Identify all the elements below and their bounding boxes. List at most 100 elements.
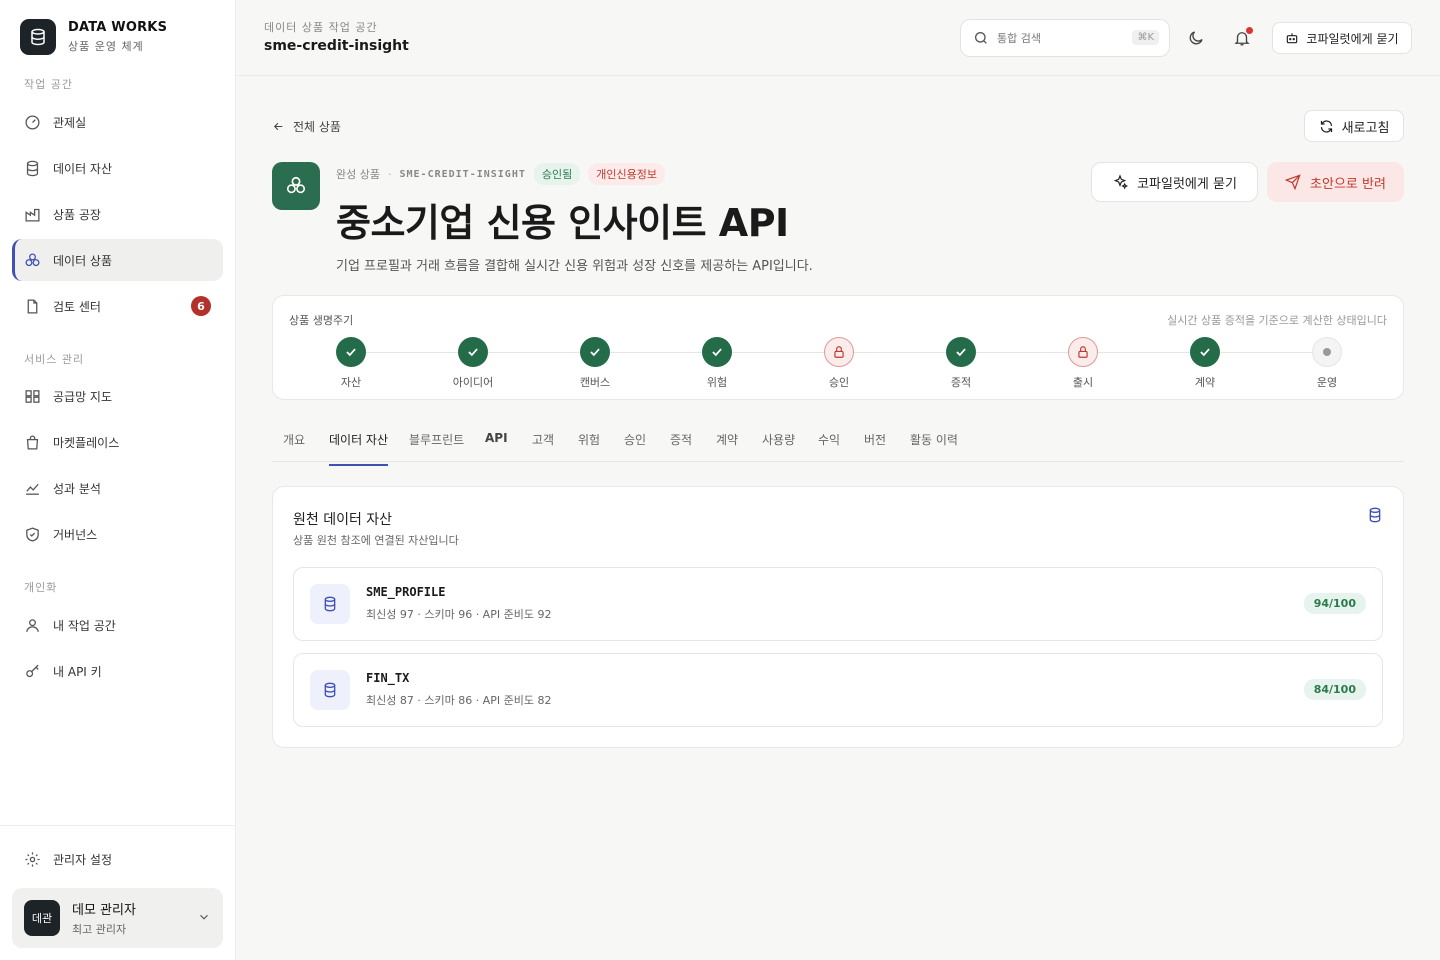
sidebar-item-label: 성과 분석 — [53, 481, 101, 496]
refresh-button-label: 새로고침 — [1341, 120, 1390, 136]
section-label-service: 서비스 관리 — [24, 353, 85, 366]
product-tabs: 개요 데이터 자산 블루프린트 API 고객 위험 승인 증적 계약 사용량 수익 버전 활동 이력 — [272, 421, 1404, 466]
product-description: 기업 프로필과 거래 흐름을 결합해 실시간 신용 위험과 성장 신호를 제공하… — [336, 259, 813, 274]
network-icon — [25, 389, 40, 403]
asset-score-badge: 84/100 — [1303, 679, 1366, 700]
tab-item[interactable]: 계약 — [716, 431, 738, 464]
lifecycle-step[interactable]: 위험 — [677, 337, 757, 390]
copilot-button-label: 코파일럿에게 묻기 — [1306, 31, 1399, 46]
tab-item[interactable]: 사용량 — [762, 431, 795, 464]
cubes-icon — [25, 252, 40, 266]
gear-icon — [25, 851, 40, 867]
sidebar-item-admin-settings[interactable]: 관리자 설정 — [12, 838, 223, 880]
product-status-text: 완성 상품 — [336, 168, 380, 181]
copilot-button[interactable]: 코파일럿에게 묻기 — [1272, 22, 1412, 54]
search-input[interactable]: 통합 검색 ⌘K — [960, 19, 1170, 57]
sidebar-item-supply-map[interactable]: 공급망 지도 — [12, 375, 223, 417]
lifecycle-step[interactable]: 자산 — [311, 337, 391, 390]
meta-separator: · — [387, 167, 392, 181]
sidebar-item-product-factory[interactable]: 상품 공장 — [12, 193, 223, 235]
sidebar: DATA WORKS 상품 운영 체계 작업 공간 관제실 데이터 자산 상품 … — [0, 0, 236, 960]
arrow-left-icon — [273, 122, 283, 131]
tab-item[interactable]: 수익 — [818, 431, 840, 464]
notifications-button[interactable] — [1230, 26, 1254, 50]
sidebar-item-data-assets[interactable]: 데이터 자산 — [12, 147, 223, 189]
sidebar-item-label: 검토 센터 — [53, 299, 101, 314]
sidebar-item-my-api-key[interactable]: 내 API 키 — [12, 650, 223, 692]
lifecycle-step[interactable]: 운영 — [1287, 337, 1367, 390]
robot-icon — [1287, 33, 1298, 44]
brand-subtitle: 상품 운영 체계 — [68, 40, 144, 53]
check-icon — [702, 337, 732, 367]
sidebar-item-label: 관리자 설정 — [53, 852, 113, 867]
lock-icon — [1068, 337, 1098, 367]
lifecycle-step-label: 계약 — [1194, 376, 1216, 389]
source-assets-card: 원천 데이터 자산 상품 원천 참조에 연결된 자산입니다 SME_PROFIL… — [272, 486, 1404, 748]
ask-copilot-button[interactable]: 코파일럿에게 묻기 — [1091, 162, 1258, 202]
return-to-draft-label: 초안으로 반려 — [1310, 176, 1386, 192]
brand-title: DATA WORKS — [68, 20, 168, 35]
search-icon — [975, 32, 987, 44]
lifecycle-step[interactable]: 출시 — [1043, 337, 1123, 390]
lifecycle-step[interactable]: 캔버스 — [555, 337, 635, 390]
store-icon — [26, 435, 39, 450]
back-link-label: 전체 상품 — [293, 120, 341, 134]
lifecycle-step[interactable]: 계약 — [1165, 337, 1245, 390]
review-count-badge: 6 — [191, 296, 211, 316]
product-code: SME-CREDIT-INSIGHT — [399, 168, 526, 180]
brand[interactable]: DATA WORKS 상품 운영 체계 — [20, 19, 167, 55]
tab-item[interactable]: 데이터 자산 — [329, 431, 389, 466]
cubes-icon — [286, 176, 306, 194]
return-to-draft-button[interactable]: 초안으로 반려 — [1267, 162, 1404, 202]
database-logo-icon — [20, 19, 56, 55]
lifecycle-note: 실시간 상품 증적을 기준으로 계산한 상태입니다 — [1167, 314, 1387, 327]
file-check-icon — [27, 298, 38, 314]
list-item[interactable]: FIN_TX 최신성 87 · 스키마 86 · API 준비도 82 84/1… — [293, 653, 1383, 727]
database-icon — [310, 584, 350, 624]
sidebar-item-governance[interactable]: 거버넌스 — [12, 513, 223, 555]
sidebar-item-label: 데이터 상품 — [53, 253, 113, 268]
product-meta: 완성 상품 · SME-CREDIT-INSIGHT 승인됨 개인신용정보 — [336, 163, 665, 185]
sidebar-item-marketplace[interactable]: 마켓플레이스 — [12, 421, 223, 463]
tab-item[interactable]: 버전 — [864, 431, 886, 464]
sparkle-icon — [1113, 174, 1129, 190]
sidebar-item-performance[interactable]: 성과 분석 — [12, 467, 223, 509]
list-item[interactable]: SME_PROFILE 최신성 97 · 스키마 96 · API 준비도 92… — [293, 567, 1383, 641]
status-badge-approved: 승인됨 — [533, 163, 581, 185]
tab-item[interactable]: 고객 — [532, 431, 554, 464]
tab-item[interactable]: 개요 — [283, 431, 305, 464]
ask-copilot-label: 코파일럿에게 묻기 — [1137, 176, 1237, 192]
sidebar-divider — [0, 825, 235, 826]
tab-item[interactable]: API — [485, 431, 508, 461]
sidebar-item-data-products[interactable]: 데이터 상품 — [12, 239, 223, 281]
asset-name: FIN_TX — [366, 671, 410, 685]
database-icon — [310, 670, 350, 710]
tab-item[interactable]: 증적 — [670, 431, 692, 464]
theme-toggle-button[interactable] — [1184, 26, 1208, 50]
lifecycle-step[interactable]: 승인 — [799, 337, 879, 390]
sidebar-item-review-center[interactable]: 검토 센터 6 — [12, 285, 223, 327]
tab-item[interactable]: 승인 — [624, 431, 646, 464]
factory-icon — [25, 208, 40, 222]
lifecycle-step[interactable]: 증적 — [921, 337, 1001, 390]
back-to-products-link[interactable]: 전체 상품 — [272, 118, 341, 135]
database-icon — [26, 160, 39, 176]
user-role: 최고 관리자 — [72, 923, 127, 936]
refresh-button[interactable]: 새로고침 — [1304, 110, 1404, 142]
lifecycle-step[interactable]: 아이디어 — [433, 337, 513, 390]
top-bar: 데이터 상품 작업 공간 sme-credit-insight 통합 검색 ⌘K… — [236, 0, 1440, 76]
asset-meta: 최신성 87 · 스키마 86 · API 준비도 82 — [366, 694, 552, 707]
sidebar-item-label: 공급망 지도 — [53, 389, 113, 404]
user-menu[interactable]: 데관 데모 관리자 최고 관리자 — [12, 888, 223, 948]
send-icon — [1285, 174, 1301, 190]
product-icon — [272, 162, 320, 210]
asset-meta: 최신성 97 · 스키마 96 · API 준비도 92 — [366, 608, 552, 621]
tab-item[interactable]: 활동 이력 — [910, 431, 958, 464]
key-icon — [26, 664, 39, 677]
sidebar-item-control-room[interactable]: 관제실 — [12, 101, 223, 143]
sidebar-item-my-workspace[interactable]: 내 작업 공간 — [12, 604, 223, 646]
tab-item[interactable]: 위험 — [578, 431, 600, 464]
tab-item[interactable]: 블루프린트 — [409, 431, 464, 464]
product-title: 중소기업 신용 인사이트 API — [336, 201, 789, 245]
product-lifecycle: 상품 생명주기 실시간 상품 증적을 기준으로 계산한 상태입니다 자산 아이디어… — [272, 295, 1404, 400]
